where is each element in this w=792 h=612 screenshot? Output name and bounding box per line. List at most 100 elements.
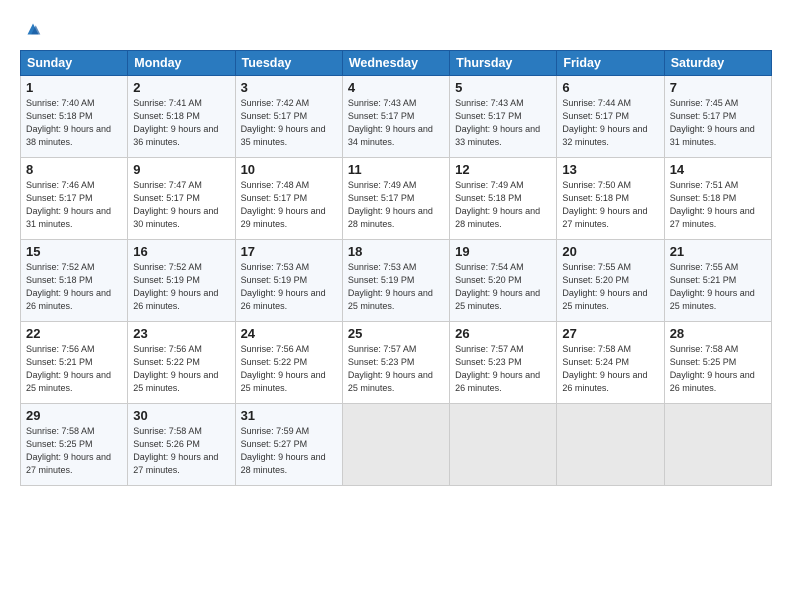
day-info: Sunrise: 7:50 AMSunset: 5:18 PMDaylight:… xyxy=(562,179,658,231)
day-number: 29 xyxy=(26,408,122,423)
day-info: Sunrise: 7:55 AMSunset: 5:21 PMDaylight:… xyxy=(670,261,766,313)
day-info: Sunrise: 7:58 AMSunset: 5:24 PMDaylight:… xyxy=(562,343,658,395)
day-number: 1 xyxy=(26,80,122,95)
day-info: Sunrise: 7:57 AMSunset: 5:23 PMDaylight:… xyxy=(455,343,551,395)
day-number: 23 xyxy=(133,326,229,341)
calendar-cell: 12 Sunrise: 7:49 AMSunset: 5:18 PMDayligh… xyxy=(450,158,557,240)
col-header-saturday: Saturday xyxy=(664,51,771,76)
day-number: 15 xyxy=(26,244,122,259)
day-info: Sunrise: 7:46 AMSunset: 5:17 PMDaylight:… xyxy=(26,179,122,231)
day-info: Sunrise: 7:43 AMSunset: 5:17 PMDaylight:… xyxy=(348,97,444,149)
col-header-wednesday: Wednesday xyxy=(342,51,449,76)
calendar-cell: 1 Sunrise: 7:40 AMSunset: 5:18 PMDaylight… xyxy=(21,76,128,158)
calendar-cell: 7 Sunrise: 7:45 AMSunset: 5:17 PMDaylight… xyxy=(664,76,771,158)
day-number: 28 xyxy=(670,326,766,341)
day-info: Sunrise: 7:55 AMSunset: 5:20 PMDaylight:… xyxy=(562,261,658,313)
day-number: 16 xyxy=(133,244,229,259)
calendar-cell: 24 Sunrise: 7:56 AMSunset: 5:22 PMDayligh… xyxy=(235,322,342,404)
day-number: 7 xyxy=(670,80,766,95)
day-number: 21 xyxy=(670,244,766,259)
day-info: Sunrise: 7:52 AMSunset: 5:19 PMDaylight:… xyxy=(133,261,229,313)
calendar-cell xyxy=(450,404,557,486)
day-number: 17 xyxy=(241,244,337,259)
calendar-cell: 31 Sunrise: 7:59 AMSunset: 5:27 PMDayligh… xyxy=(235,404,342,486)
day-info: Sunrise: 7:56 AMSunset: 5:21 PMDaylight:… xyxy=(26,343,122,395)
day-info: Sunrise: 7:58 AMSunset: 5:26 PMDaylight:… xyxy=(133,425,229,477)
day-number: 26 xyxy=(455,326,551,341)
day-info: Sunrise: 7:42 AMSunset: 5:17 PMDaylight:… xyxy=(241,97,337,149)
col-header-monday: Monday xyxy=(128,51,235,76)
day-info: Sunrise: 7:53 AMSunset: 5:19 PMDaylight:… xyxy=(348,261,444,313)
day-number: 9 xyxy=(133,162,229,177)
calendar-cell: 2 Sunrise: 7:41 AMSunset: 5:18 PMDaylight… xyxy=(128,76,235,158)
calendar-cell: 28 Sunrise: 7:58 AMSunset: 5:25 PMDayligh… xyxy=(664,322,771,404)
day-number: 4 xyxy=(348,80,444,95)
day-number: 27 xyxy=(562,326,658,341)
day-info: Sunrise: 7:45 AMSunset: 5:17 PMDaylight:… xyxy=(670,97,766,149)
calendar-cell: 17 Sunrise: 7:53 AMSunset: 5:19 PMDayligh… xyxy=(235,240,342,322)
calendar-cell: 20Sunrise: 7:55 AMSunset: 5:20 PMDayligh… xyxy=(557,240,664,322)
day-info: Sunrise: 7:56 AMSunset: 5:22 PMDaylight:… xyxy=(241,343,337,395)
calendar-cell xyxy=(664,404,771,486)
day-info: Sunrise: 7:48 AMSunset: 5:17 PMDaylight:… xyxy=(241,179,337,231)
calendar-cell: 27 Sunrise: 7:58 AMSunset: 5:24 PMDayligh… xyxy=(557,322,664,404)
calendar-cell: 21 Sunrise: 7:55 AMSunset: 5:21 PMDayligh… xyxy=(664,240,771,322)
day-number: 2 xyxy=(133,80,229,95)
calendar-cell: 15 Sunrise: 7:52 AMSunset: 5:18 PMDayligh… xyxy=(21,240,128,322)
day-info: Sunrise: 7:49 AMSunset: 5:18 PMDaylight:… xyxy=(455,179,551,231)
day-number: 18 xyxy=(348,244,444,259)
day-number: 31 xyxy=(241,408,337,423)
calendar-cell: 13 Sunrise: 7:50 AMSunset: 5:18 PMDayligh… xyxy=(557,158,664,240)
day-number: 5 xyxy=(455,80,551,95)
col-header-thursday: Thursday xyxy=(450,51,557,76)
day-info: Sunrise: 7:49 AMSunset: 5:17 PMDaylight:… xyxy=(348,179,444,231)
calendar-cell: 3 Sunrise: 7:42 AMSunset: 5:17 PMDaylight… xyxy=(235,76,342,158)
day-number: 3 xyxy=(241,80,337,95)
day-info: Sunrise: 7:56 AMSunset: 5:22 PMDaylight:… xyxy=(133,343,229,395)
day-number: 24 xyxy=(241,326,337,341)
day-number: 12 xyxy=(455,162,551,177)
calendar-cell: 11Sunrise: 7:49 AMSunset: 5:17 PMDayligh… xyxy=(342,158,449,240)
logo xyxy=(20,18,44,40)
calendar-cell: 30Sunrise: 7:58 AMSunset: 5:26 PMDayligh… xyxy=(128,404,235,486)
day-number: 22 xyxy=(26,326,122,341)
calendar-cell: 25 Sunrise: 7:57 AMSunset: 5:23 PMDayligh… xyxy=(342,322,449,404)
day-info: Sunrise: 7:54 AMSunset: 5:20 PMDaylight:… xyxy=(455,261,551,313)
day-info: Sunrise: 7:53 AMSunset: 5:19 PMDaylight:… xyxy=(241,261,337,313)
col-header-tuesday: Tuesday xyxy=(235,51,342,76)
calendar-cell: 29 Sunrise: 7:58 AMSunset: 5:25 PMDayligh… xyxy=(21,404,128,486)
calendar-cell: 23 Sunrise: 7:56 AMSunset: 5:22 PMDayligh… xyxy=(128,322,235,404)
day-number: 13 xyxy=(562,162,658,177)
calendar-container: SundayMondayTuesdayWednesdayThursdayFrid… xyxy=(0,0,792,496)
calendar-cell xyxy=(342,404,449,486)
day-number: 19 xyxy=(455,244,551,259)
calendar-cell: 10 Sunrise: 7:48 AMSunset: 5:17 PMDayligh… xyxy=(235,158,342,240)
day-number: 6 xyxy=(562,80,658,95)
day-info: Sunrise: 7:43 AMSunset: 5:17 PMDaylight:… xyxy=(455,97,551,149)
day-number: 10 xyxy=(241,162,337,177)
day-info: Sunrise: 7:58 AMSunset: 5:25 PMDaylight:… xyxy=(26,425,122,477)
calendar-cell: 18 Sunrise: 7:53 AMSunset: 5:19 PMDayligh… xyxy=(342,240,449,322)
day-info: Sunrise: 7:40 AMSunset: 5:18 PMDaylight:… xyxy=(26,97,122,149)
calendar-cell: 5 Sunrise: 7:43 AMSunset: 5:17 PMDaylight… xyxy=(450,76,557,158)
day-info: Sunrise: 7:59 AMSunset: 5:27 PMDaylight:… xyxy=(241,425,337,477)
col-header-friday: Friday xyxy=(557,51,664,76)
day-info: Sunrise: 7:41 AMSunset: 5:18 PMDaylight:… xyxy=(133,97,229,149)
logo-icon xyxy=(22,18,44,40)
day-number: 14 xyxy=(670,162,766,177)
day-info: Sunrise: 7:47 AMSunset: 5:17 PMDaylight:… xyxy=(133,179,229,231)
calendar-cell: 26 Sunrise: 7:57 AMSunset: 5:23 PMDayligh… xyxy=(450,322,557,404)
day-info: Sunrise: 7:58 AMSunset: 5:25 PMDaylight:… xyxy=(670,343,766,395)
calendar-cell xyxy=(557,404,664,486)
day-info: Sunrise: 7:52 AMSunset: 5:18 PMDaylight:… xyxy=(26,261,122,313)
calendar-cell: 4 Sunrise: 7:43 AMSunset: 5:17 PMDaylight… xyxy=(342,76,449,158)
day-info: Sunrise: 7:57 AMSunset: 5:23 PMDaylight:… xyxy=(348,343,444,395)
header-row xyxy=(20,18,772,40)
day-number: 8 xyxy=(26,162,122,177)
calendar-cell: 22 Sunrise: 7:56 AMSunset: 5:21 PMDayligh… xyxy=(21,322,128,404)
day-info: Sunrise: 7:51 AMSunset: 5:18 PMDaylight:… xyxy=(670,179,766,231)
calendar-cell: 16 Sunrise: 7:52 AMSunset: 5:19 PMDayligh… xyxy=(128,240,235,322)
calendar-cell: 9 Sunrise: 7:47 AMSunset: 5:17 PMDaylight… xyxy=(128,158,235,240)
calendar-cell: 14 Sunrise: 7:51 AMSunset: 5:18 PMDayligh… xyxy=(664,158,771,240)
day-number: 25 xyxy=(348,326,444,341)
